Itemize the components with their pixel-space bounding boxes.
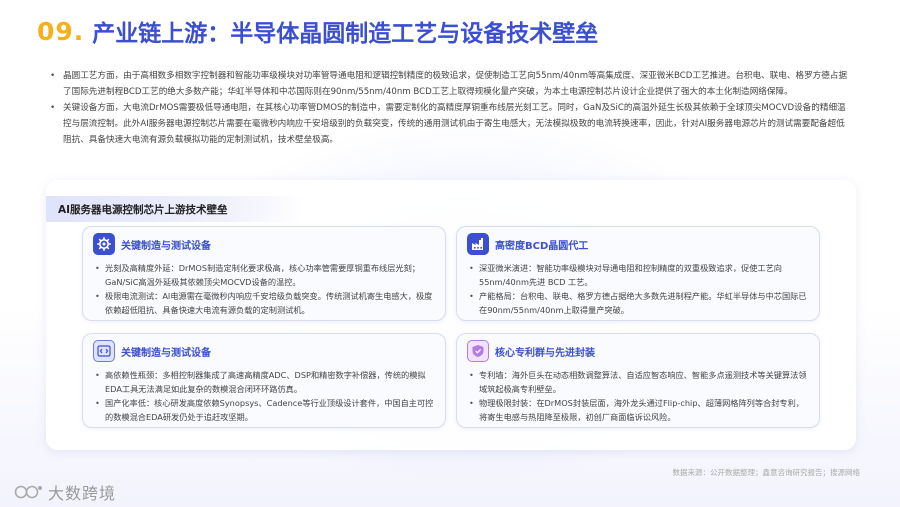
card-body: 深亚微米演进：智能功率级模块对导通电阻和控制精度的双重极致追求，促使工艺向55n… [469, 261, 809, 317]
card-title: 关键制造与测试设备 [121, 347, 211, 359]
card-title: 关键制造与测试设备 [121, 240, 211, 252]
card-body: 高依赖性瓶颈：多相控制器集成了高速高精度ADC、DSP和精密数字补偿器，传统的模… [95, 368, 435, 424]
card-title: 核心专利群与先进封装 [495, 347, 595, 359]
card-header: 关键制造与测试设备 [93, 233, 211, 255]
card-body: 专利墙：海外巨头在动态相数调整算法、自适应智态响应、智能多点遥测技术等关键算法领… [469, 368, 809, 424]
card-bullet: 深亚微米演进：智能功率级模块对导通电阻和控制精度的双重极致追求，促使工艺向55n… [469, 261, 809, 289]
intro-bullets: 晶圆工艺方面，由于高相数多相数字控制器和智能功率级模块对功率管导通电阻和逻辑控制… [48, 68, 848, 148]
panel-tab-title: AI服务器电源控制芯片上游技术壁垒 [58, 203, 228, 216]
card-bullet: 极限电流测试：AI电源需在毫微秒内响应千安培级负载突变。传统测试机寄生电感大，极… [95, 289, 435, 317]
barrier-panel: AI服务器电源控制芯片上游技术壁垒 关键制造与测试设备 • 光刻及高精度外延：D… [46, 180, 856, 450]
source-note: 数据来源：公开数据整理；鑫意咨询研究报告；搜源网络 [672, 468, 861, 477]
card-header: 关键制造与测试设备 [93, 340, 211, 362]
card-bullet: 光刻及高精度外延：DrMOS制造定制化要求极高，核心功率管需要厚铜重布线层光刻；… [95, 261, 435, 289]
card-header: 高密度BCD晶圆代工 [467, 233, 588, 255]
card-bullet: 高依赖性瓶颈：多相控制器集成了高速高精度ADC、DSP和精密数字补偿器，传统的模… [95, 368, 435, 396]
card-patents: 核心专利群与先进封装 专利墙：海外巨头在动态相数调整算法、自适应智态响应、智能多… [456, 333, 820, 428]
shield-icon [467, 340, 489, 362]
page: 09. 产业链上游：半导体晶圆制造工艺与设备技术壁垒 晶圆工艺方面，由于高相数多… [0, 0, 900, 507]
card-foundry: 高密度BCD晶圆代工 深亚微米演进：智能功率级模块对导通电阻和控制精度的双重极致… [456, 226, 820, 321]
card-body: 光刻及高精度外延：DrMOS制造定制化要求极高，核心功率管需要厚铜重布线层光刻；… [95, 261, 435, 317]
brand-name: 大数跨境 [48, 484, 117, 503]
panel-tab: AI服务器电源控制芯片上游技术壁垒 [46, 196, 304, 222]
card-equipment: 关键制造与测试设备 光刻及高精度外延：DrMOS制造定制化要求极高，核心功率管需… [82, 226, 446, 321]
code-icon [93, 340, 115, 362]
card-bullet: 专利墙：海外巨头在动态相数调整算法、自适应智态响应、智能多点遥测技术等关键算法领… [469, 368, 809, 396]
factory-icon [467, 233, 489, 255]
brand-logo: 大数跨境 [14, 480, 116, 504]
logo-icon [14, 485, 42, 499]
intro-bullet: 晶圆工艺方面，由于高相数多相数字控制器和智能功率级模块对功率管导通电阻和逻辑控制… [48, 68, 848, 100]
title-number: 09. [37, 16, 85, 46]
intro-bullet: 关键设备方面，大电流DrMOS需要极低导通电阻，在其核心功率管DMOS的制造中，… [48, 100, 848, 148]
gear-icon [93, 233, 115, 255]
card-title: 高密度BCD晶圆代工 [495, 240, 589, 252]
page-title: 09. 产业链上游：半导体晶圆制造工艺与设备技术壁垒 [37, 14, 598, 48]
card-bullet: 国产化率低：核心研发高度依赖Synopsys、Cadence等行业顶级设计套件，… [95, 396, 435, 424]
card-bullet: 物理极限封装：在DrMOS封装层面，海外龙头通过Flip-chip、超薄网格阵列… [469, 396, 809, 424]
card-header: 核心专利群与先进封装 [467, 340, 595, 362]
title-text: 产业链上游：半导体晶圆制造工艺与设备技术壁垒 [92, 21, 599, 47]
card-eda: 关键制造与测试设备 高依赖性瓶颈：多相控制器集成了高速高精度ADC、DSP和精密… [82, 333, 446, 428]
card-bullet: 产能格局：台积电、联电、格罗方德占据绝大多数先进制程产能。华虹半导体与中芯国际已… [469, 289, 809, 317]
